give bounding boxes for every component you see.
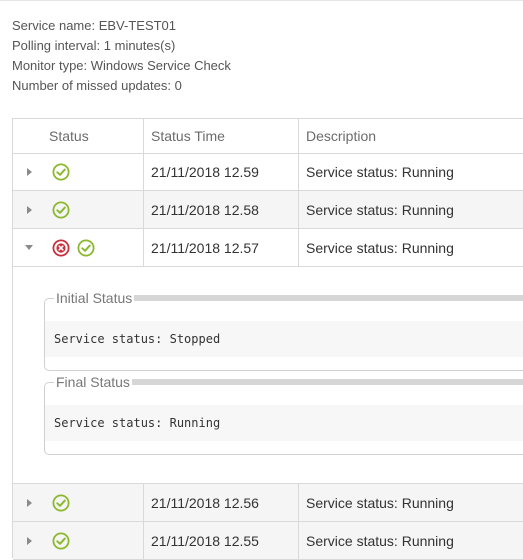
table-row[interactable]: 21/11/2018 12.59 Service status: Running: [13, 153, 523, 191]
status-cell: [49, 484, 144, 521]
initial-status-label: Initial Status: [54, 288, 135, 308]
service-info: Service name: EBV-TEST01 Polling interva…: [12, 16, 231, 96]
status-time-cell: 21/11/2018 12.58: [143, 191, 298, 228]
description-cell: Service status: Running: [298, 484, 523, 521]
table-row[interactable]: 21/11/2018 12.58 Service status: Running: [13, 191, 523, 229]
description-cell: Service status: Running: [298, 191, 523, 228]
column-header-description[interactable]: Description: [298, 119, 523, 153]
final-status-value: Service status: Running: [45, 405, 523, 441]
status-history-grid: Status Status Time Description 21/11/201…: [12, 118, 523, 560]
description-cell: Service status: Running: [298, 522, 523, 559]
initial-status-value: Service status: Stopped: [45, 321, 523, 357]
description-cell: Service status: Running: [298, 153, 523, 190]
final-status-label: Final Status: [54, 372, 132, 392]
status-cell: [49, 229, 144, 266]
check-circle-icon: [52, 163, 70, 181]
expand-row-icon[interactable]: [24, 522, 34, 559]
table-row[interactable]: 21/11/2018 12.55 Service status: Running: [13, 522, 523, 560]
status-cell: [49, 191, 144, 228]
expand-row-icon[interactable]: [24, 153, 34, 190]
missed-updates: Number of missed updates: 0: [12, 78, 182, 93]
column-header-status[interactable]: Status: [49, 119, 144, 153]
table-row[interactable]: 21/11/2018 12.56 Service status: Running: [13, 484, 523, 522]
grid-header: Status Status Time Description: [13, 119, 523, 154]
check-circle-icon: [52, 532, 70, 550]
check-circle-icon: [77, 239, 95, 257]
status-time-cell: 21/11/2018 12.55: [143, 522, 298, 559]
polling-interval: Polling interval: 1 minutes(s): [12, 38, 176, 53]
final-status-fieldset: Final Status Service status: Running: [44, 372, 523, 455]
error-circle-icon: [52, 239, 70, 257]
check-circle-icon: [52, 201, 70, 219]
table-row[interactable]: 21/11/2018 12.57 Service status: Running: [13, 229, 523, 267]
description-cell: Service status: Running: [298, 229, 523, 266]
status-time-cell: 21/11/2018 12.56: [143, 484, 298, 521]
status-cell: [49, 153, 144, 190]
collapse-row-icon[interactable]: [24, 229, 34, 266]
status-cell: [49, 522, 144, 559]
expand-row-icon[interactable]: [24, 484, 34, 521]
initial-status-fieldset: Initial Status Service status: Stopped: [44, 288, 523, 371]
monitor-type: Monitor type: Windows Service Check: [12, 58, 231, 73]
check-circle-icon: [52, 494, 70, 512]
expand-row-icon[interactable]: [24, 191, 34, 228]
service-name: Service name: EBV-TEST01: [12, 18, 177, 33]
row-detail-panel: Initial Status Service status: Stopped Fin…: [13, 267, 523, 484]
status-time-cell: 21/11/2018 12.57: [143, 229, 298, 266]
column-header-status-time[interactable]: Status Time: [143, 119, 298, 153]
status-time-cell: 21/11/2018 12.59: [143, 153, 298, 190]
top-divider: [0, 0, 523, 1]
